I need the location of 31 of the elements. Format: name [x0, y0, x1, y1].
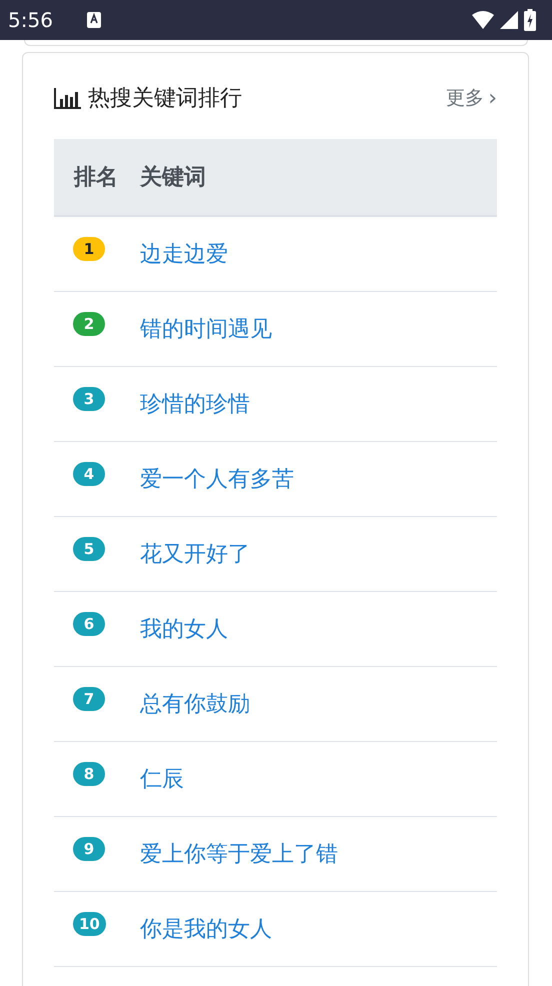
keyboard-icon: [86, 12, 101, 28]
rank-badge: 6: [73, 612, 105, 636]
chevron-icon: ›: [488, 86, 497, 110]
rank-badge: 8: [73, 762, 105, 786]
column-header: 关键词: [140, 164, 206, 192]
card-title: 热搜关键词排行: [88, 85, 242, 113]
keyword-link[interactable]: 花又开好了: [140, 539, 250, 569]
signal-icon: [500, 11, 518, 29]
wifi-icon: [472, 11, 494, 29]
keyword-link[interactable]: 错的时间遇见: [140, 314, 272, 344]
bar-chart-icon: [54, 87, 82, 109]
rank-badge: 2: [73, 312, 105, 336]
keyword-link[interactable]: 爱一个人有多苦: [140, 464, 294, 494]
rank-badge: 1: [73, 237, 105, 261]
keyword-link[interactable]: 你是我的女人: [140, 914, 272, 944]
keyword-link[interactable]: 珍惜的珍惜: [140, 389, 250, 419]
battery-icon: [524, 9, 536, 31]
column-header: 排名: [72, 164, 119, 192]
more-link[interactable]: 更多 ›: [446, 85, 497, 111]
keyword-link[interactable]: 边走边爱: [140, 239, 228, 269]
rank-badge: 3: [73, 387, 105, 411]
keyword-link[interactable]: 我的女人: [140, 614, 228, 644]
rank-badge: 10: [73, 912, 106, 936]
keyword-link[interactable]: 总有你鼓励: [140, 689, 250, 719]
clock: 5:56: [8, 8, 53, 32]
rank-badge: 7: [73, 687, 105, 711]
rank-badge: 5: [73, 537, 105, 561]
keyword-link[interactable]: 仁辰: [140, 764, 184, 794]
rank-badge: 4: [73, 462, 105, 486]
keyword-link[interactable]: 爱上你等于爱上了错: [140, 839, 338, 869]
rank-badge: 9: [73, 837, 105, 861]
